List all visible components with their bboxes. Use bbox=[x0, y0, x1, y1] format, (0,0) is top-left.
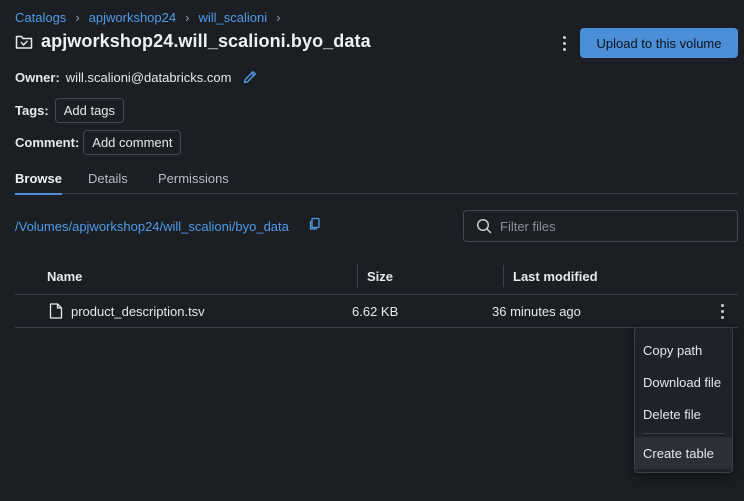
breadcrumb-catalog[interactable]: apjworkshop24 bbox=[89, 10, 176, 25]
page-title: apjworkshop24.will_scalioni.byo_data bbox=[41, 31, 371, 51]
tab-details[interactable]: Details bbox=[88, 170, 131, 194]
menu-item-create-table[interactable]: Create table bbox=[635, 437, 732, 469]
column-header-name[interactable]: Name bbox=[47, 269, 82, 284]
more-options-icon[interactable] bbox=[556, 33, 572, 53]
upload-to-volume-button[interactable]: Upload to this volume bbox=[580, 28, 738, 58]
column-resize-handle[interactable] bbox=[357, 265, 358, 287]
owner-label: Owner: bbox=[15, 69, 60, 85]
tab-permissions[interactable]: Permissions bbox=[158, 170, 229, 194]
tab-browse[interactable]: Browse bbox=[15, 170, 62, 195]
row-more-options-icon[interactable] bbox=[714, 301, 730, 321]
menu-item-download-file[interactable]: Download file bbox=[635, 366, 732, 398]
search-icon bbox=[476, 218, 492, 234]
owner-value: will.scalioni@databricks.com bbox=[65, 69, 232, 85]
tab-bar: Browse Details Permissions bbox=[15, 170, 738, 195]
edit-pencil-icon[interactable] bbox=[242, 69, 258, 85]
file-last-modified: 36 minutes ago bbox=[492, 304, 581, 319]
page-header: apjworkshop24.will_scalioni.byo_data bbox=[15, 31, 371, 52]
menu-divider bbox=[643, 433, 724, 434]
owner-row: Owner: will.scalioni@databricks.com bbox=[15, 69, 258, 85]
menu-item-delete-file[interactable]: Delete file bbox=[635, 398, 732, 430]
copy-icon[interactable] bbox=[308, 217, 322, 231]
comment-row: Comment: Add comment bbox=[15, 130, 182, 155]
breadcrumb-separator: › bbox=[185, 10, 190, 25]
breadcrumb-catalogs[interactable]: Catalogs bbox=[15, 10, 66, 25]
files-table-header: Name Size Last modified bbox=[15, 261, 738, 295]
breadcrumb-separator: › bbox=[75, 10, 80, 25]
table-row[interactable]: product_description.tsv 6.62 KB 36 minut… bbox=[15, 295, 738, 328]
volume-path-link[interactable]: /Volumes/apjworkshop24/will_scalioni/byo… bbox=[15, 219, 289, 234]
comment-label: Comment: bbox=[15, 135, 80, 150]
tags-label: Tags: bbox=[15, 103, 49, 118]
file-icon bbox=[49, 303, 63, 319]
menu-item-copy-path[interactable]: Copy path bbox=[635, 334, 732, 366]
filter-files-input[interactable] bbox=[500, 218, 720, 234]
column-header-last-modified[interactable]: Last modified bbox=[513, 269, 598, 284]
volume-folder-icon bbox=[15, 35, 33, 49]
tags-row: Tags: Add tags bbox=[15, 98, 125, 123]
breadcrumb: Catalogs › apjworkshop24 › will_scalioni… bbox=[15, 10, 289, 25]
column-header-size[interactable]: Size bbox=[367, 269, 393, 284]
breadcrumb-separator: › bbox=[276, 10, 281, 25]
breadcrumb-schema[interactable]: will_scalioni bbox=[198, 10, 267, 25]
add-tags-button[interactable]: Add tags bbox=[54, 98, 125, 123]
column-resize-handle[interactable] bbox=[503, 265, 504, 287]
filter-files-box[interactable] bbox=[463, 210, 738, 242]
add-comment-button[interactable]: Add comment bbox=[83, 130, 182, 155]
file-context-menu: Copy path Download file Delete file Crea… bbox=[634, 327, 733, 473]
volume-path-row: /Volumes/apjworkshop24/will_scalioni/byo… bbox=[15, 217, 322, 234]
file-name[interactable]: product_description.tsv bbox=[71, 304, 205, 319]
file-size: 6.62 KB bbox=[352, 304, 399, 319]
